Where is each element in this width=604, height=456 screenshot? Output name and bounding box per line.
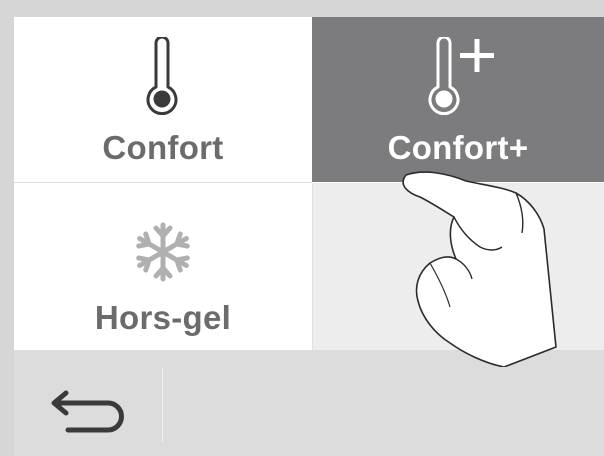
mode-label-hors-gel: Hors-gel: [94, 299, 232, 336]
bottom-bar: [14, 350, 604, 456]
mode-tile-confort-plus[interactable]: Confort+: [312, 17, 604, 182]
mode-selection-screen: Confort Confort+ Hors-gel: [14, 17, 604, 456]
empty-tile: [313, 183, 604, 350]
device-frame: Confort Confort+ Hors-gel: [0, 0, 604, 456]
bottom-bar-separator: [162, 368, 163, 442]
thermometer-plus-icon: [428, 37, 494, 115]
thermometer-icon: [146, 37, 178, 115]
mode-tile-hors-gel[interactable]: Hors-gel: [14, 183, 312, 350]
back-button[interactable]: [14, 350, 162, 456]
mode-label-confort: Confort: [102, 129, 224, 166]
snowflake-icon: [136, 222, 190, 282]
mode-label-confort-plus: Confort+: [387, 129, 529, 166]
back-arrow-icon: [51, 390, 124, 433]
mode-tile-confort[interactable]: Confort: [14, 17, 312, 182]
